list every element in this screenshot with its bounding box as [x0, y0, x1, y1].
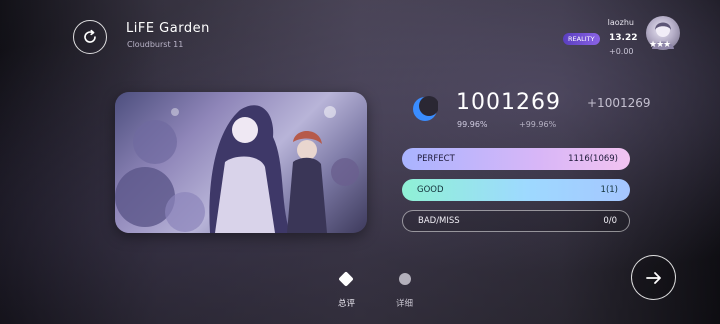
crescent-grade-icon [413, 96, 438, 121]
rks-value: 13.22 [609, 33, 638, 43]
retry-button[interactable] [73, 20, 107, 54]
bad-miss-count: 0/0 [603, 216, 617, 226]
accuracy-delta: +99.96% [519, 120, 557, 129]
bad-miss-label: BAD/MISS [418, 216, 460, 226]
good-count: 1(1) [600, 185, 618, 195]
score: 1001269 [456, 90, 561, 115]
song-illustration [115, 92, 367, 233]
perfect-label: PERFECT [417, 154, 455, 164]
song-title: LiFE Garden [126, 21, 210, 36]
rank-badge: REALITY [563, 33, 600, 45]
tab-detail[interactable]: 详细 [396, 297, 413, 309]
good-row: GOOD 1(1) [402, 179, 630, 201]
perfect-row: PERFECT 1116(1069) [402, 148, 630, 170]
retry-icon [84, 29, 96, 43]
good-label: GOOD [417, 185, 444, 195]
next-button[interactable] [631, 255, 676, 300]
player-name: laozhu [607, 18, 634, 27]
tab-overview[interactable]: 总评 [338, 297, 355, 309]
accuracy: 99.96% [457, 120, 488, 129]
score-delta: +1001269 [587, 96, 651, 110]
dot-icon[interactable] [399, 273, 411, 285]
perfect-count: 1116(1069) [568, 154, 618, 164]
song-difficulty: Cloudburst 11 [127, 40, 184, 49]
diamond-icon[interactable] [337, 270, 355, 288]
star-icon: ★★★ [649, 40, 671, 50]
bad-miss-row: BAD/MISS 0/0 [402, 210, 630, 232]
rks-delta: +0.00 [609, 47, 634, 56]
arrow-right-icon [645, 271, 661, 284]
